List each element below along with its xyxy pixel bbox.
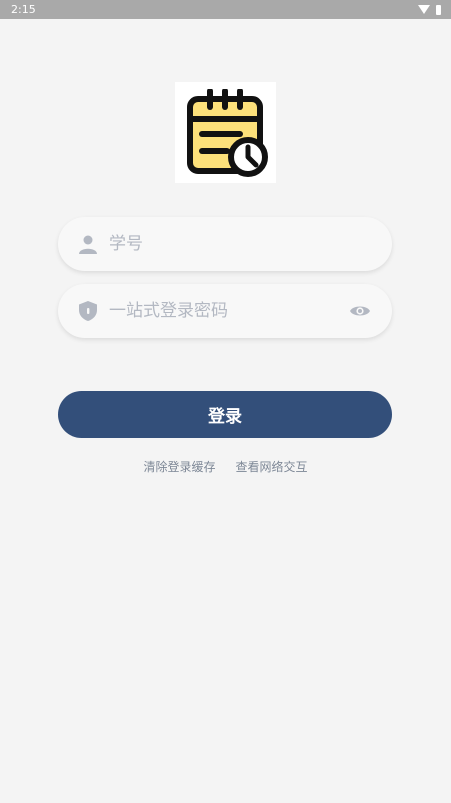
- status-time: 2:15: [11, 3, 36, 16]
- wifi-icon: [418, 5, 430, 14]
- user-icon: [78, 234, 98, 254]
- shield-icon: [78, 301, 98, 321]
- status-bar: 2:15: [0, 0, 451, 19]
- password-input[interactable]: [109, 301, 348, 321]
- battery-icon: [436, 4, 441, 15]
- eye-icon[interactable]: [348, 301, 372, 321]
- clear-cache-link[interactable]: 清除登录缓存: [143, 458, 215, 475]
- username-input[interactable]: [109, 234, 372, 254]
- app-logo: [175, 82, 276, 183]
- login-button[interactable]: 登录: [58, 391, 392, 438]
- notepad-clock-icon: [186, 88, 268, 177]
- status-icons: [418, 4, 441, 15]
- footer-links: 清除登录缓存 查看网络交互: [0, 458, 451, 475]
- view-network-link[interactable]: 查看网络交互: [236, 458, 308, 475]
- username-field[interactable]: [58, 217, 392, 271]
- password-field[interactable]: [58, 284, 392, 338]
